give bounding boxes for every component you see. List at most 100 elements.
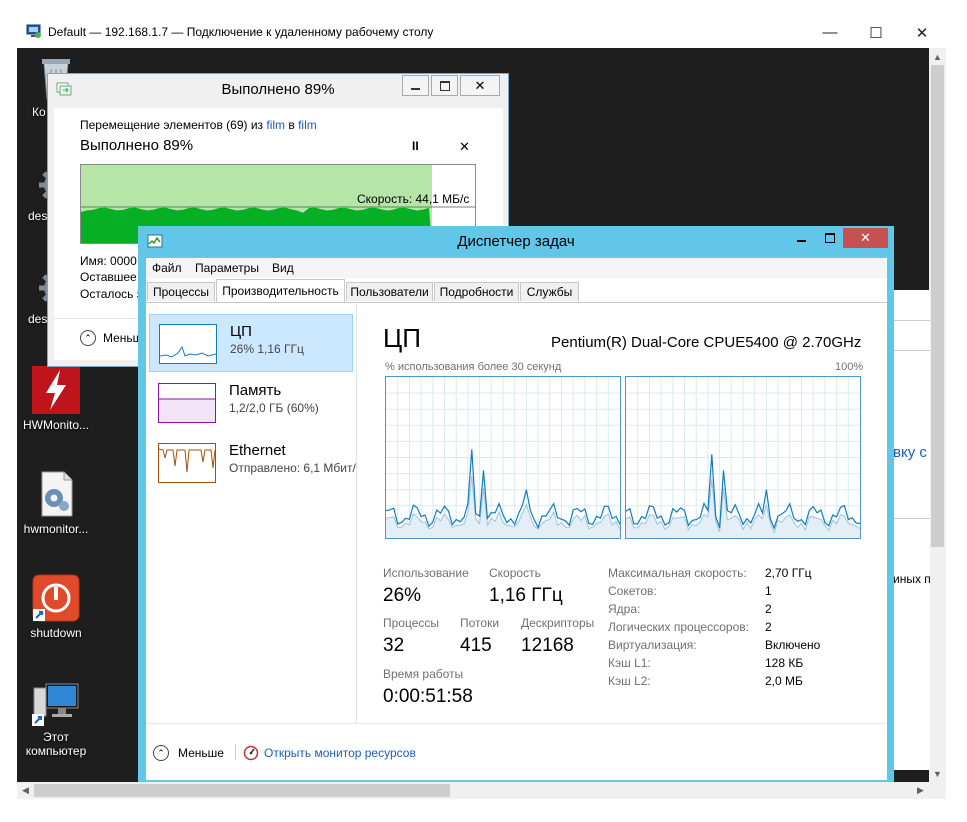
spec-label: Кэш L1: — [608, 656, 651, 670]
desktop-icon-hwmonitor[interactable]: HWMonito... — [20, 366, 92, 432]
close-button[interactable]: ✕ — [899, 17, 945, 48]
handles-value: 12168 — [521, 635, 574, 656]
desktop-icon-shutdown[interactable]: shutdown — [20, 574, 92, 640]
spec-value: 2,0 МБ — [765, 674, 803, 688]
memory-thumbnail-graph — [158, 383, 216, 423]
speed-label: Скорость — [489, 566, 541, 580]
setup-file-icon — [36, 470, 76, 518]
vertical-scroll-thumb[interactable] — [931, 65, 944, 547]
scroll-corner — [929, 782, 946, 799]
detail-title: ЦП — [383, 323, 421, 353]
computer-icon — [32, 682, 80, 726]
maximize-icon — [824, 233, 835, 243]
spec-label: Максимальная скорость: — [608, 566, 747, 580]
spec-value: 128 КБ — [765, 656, 804, 670]
background-link-text[interactable]: вку с — [893, 444, 927, 461]
uptime-label: Время работы — [383, 667, 464, 681]
desktop-icon-label: Этот компьютер — [25, 730, 87, 758]
window-title: Default — 192.168.1.7 — Подключение к уд… — [48, 25, 434, 39]
copy-speed-label: Скорость: 44,1 МБ/с — [357, 192, 470, 206]
processes-value: 32 — [383, 635, 405, 656]
sidebar-item-sub: Отправлено: 6,1 Мбит/ — [229, 461, 356, 475]
spec-label: Ядра: — [608, 602, 641, 616]
tab-performance[interactable]: Производительность — [216, 279, 345, 302]
graph-grid — [626, 377, 860, 538]
rdp-app-icon[interactable] — [26, 23, 42, 39]
minimize-icon — [411, 87, 420, 90]
threads-value: 415 — [460, 635, 492, 656]
sidebar-item-sub: 26% 1,16 ГГц — [230, 342, 304, 356]
copy-detail-time: Оставшее — [80, 270, 137, 284]
scroll-down-icon[interactable]: ▼ — [929, 765, 946, 782]
tab-services[interactable]: Службы — [520, 282, 579, 301]
tab-processes[interactable]: Процессы — [147, 282, 215, 301]
power-icon — [32, 574, 80, 622]
spec-value: 1 — [765, 584, 772, 598]
graph-label: % использования более 30 секунд — [385, 361, 562, 373]
chevron-up-icon[interactable]: ⌃ — [80, 330, 96, 346]
tm-maximize-button[interactable] — [816, 228, 843, 248]
sidebar-item-name: Память — [229, 382, 282, 399]
minimize-button[interactable]: — — [807, 17, 853, 48]
copy-close-button[interactable]: ✕ — [460, 75, 500, 96]
cancel-button[interactable]: ✕ — [459, 139, 470, 155]
menu-view[interactable]: Вид — [272, 261, 294, 275]
tm-close-button[interactable]: ✕ — [843, 228, 888, 248]
spec-label: Логических процессоров: — [608, 620, 749, 634]
spec-label: Виртуализация: — [608, 638, 697, 652]
fewer-details-button[interactable]: Меньше — [178, 746, 224, 760]
spec-label: Кэш L2: — [608, 674, 651, 688]
open-resource-monitor-link[interactable]: Открыть монитор ресурсов — [264, 746, 416, 760]
usage-value: 26% — [383, 585, 422, 606]
desktop-icon-hwmonitor-setup[interactable]: hwmonitor... — [20, 470, 92, 536]
destination-folder-link[interactable]: film — [298, 118, 317, 132]
resource-monitor-icon — [243, 745, 259, 761]
tab-details[interactable]: Подробности — [434, 282, 519, 301]
desktop-icon-label: hwmonitor... — [23, 522, 89, 536]
copy-minimize-button[interactable] — [402, 75, 429, 96]
copy-progress-text: Выполнено 89% — [80, 137, 194, 154]
tab-users[interactable]: Пользователи — [346, 282, 433, 301]
cpu-core-graph-1 — [385, 376, 621, 539]
divider — [235, 744, 236, 760]
copy-maximize-button[interactable] — [431, 75, 458, 96]
chevron-up-icon[interactable]: ⌃ — [153, 745, 169, 761]
desktop-icon-label: HWMonito... — [22, 418, 89, 432]
sidebar-item-memory[interactable]: Память 1,2/2,0 ГБ (60%) — [149, 374, 353, 432]
pause-button[interactable]: II — [412, 139, 419, 153]
copy-less-details-button[interactable]: Меньш — [103, 331, 142, 345]
threads-label: Потоки — [460, 616, 500, 630]
copy-detail-name: Имя: 0000 — [80, 254, 137, 268]
sidebar-item-sub: 1,2/2,0 ГБ (60%) — [229, 401, 319, 415]
horizontal-scroll-thumb[interactable] — [34, 784, 450, 797]
cpu-thumbnail-graph — [159, 324, 217, 364]
copy-summary-mid: в — [285, 118, 299, 132]
menu-options[interactable]: Параметры — [195, 261, 259, 275]
maximize-icon — [439, 80, 450, 91]
scroll-left-icon[interactable]: ◀ — [17, 782, 34, 799]
spec-label: Сокетов: — [608, 584, 657, 598]
hwmonitor-icon — [32, 366, 80, 414]
desktop-icon-this-pc[interactable]: Этот компьютер — [20, 682, 92, 758]
copy-operation-summary: Перемещение элементов (69) из film в fil… — [80, 118, 317, 132]
minimize-icon — [797, 240, 806, 242]
spec-value: 2,70 ГГц — [765, 566, 812, 580]
desktop-icon-label: shutdown — [30, 626, 82, 640]
menu-file[interactable]: Файл — [152, 261, 182, 275]
speed-value: 1,16 ГГц — [489, 585, 563, 606]
scroll-right-icon[interactable]: ▶ — [912, 782, 929, 799]
sidebar-item-cpu[interactable]: ЦП 26% 1,16 ГГц — [149, 314, 353, 372]
tm-minimize-button[interactable] — [788, 228, 815, 248]
close-icon: ✕ — [860, 230, 871, 245]
sidebar-divider — [356, 303, 357, 723]
scroll-up-icon[interactable]: ▲ — [929, 48, 946, 65]
task-manager-title: Диспетчер задач — [457, 233, 575, 250]
background-text: иных п — [893, 572, 930, 586]
source-folder-link[interactable]: film — [266, 118, 285, 132]
maximize-button[interactable]: ☐ — [853, 17, 899, 48]
spec-value: 2 — [765, 620, 772, 634]
spec-value: Включено — [765, 638, 821, 652]
sidebar-item-ethernet[interactable]: Ethernet Отправлено: 6,1 Мбит/ — [149, 434, 356, 492]
graph-max-label: 100% — [835, 361, 864, 373]
processes-label: Процессы — [383, 616, 440, 630]
